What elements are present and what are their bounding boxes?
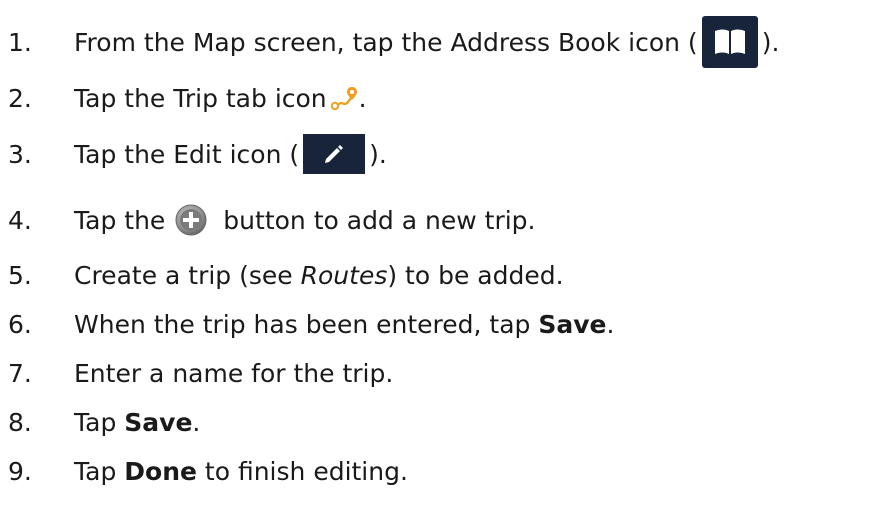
step-text-after: to finish editing. <box>196 456 408 486</box>
step-text: Tap Done to finish editing. <box>74 457 408 486</box>
step-number: 1. <box>8 27 32 57</box>
save-label: Save <box>538 309 607 339</box>
step-number: 4. <box>8 205 32 235</box>
step-number: 3. <box>8 139 32 169</box>
step-text: Enter a name for the trip. <box>74 358 394 388</box>
step-text: Tap the Trip tab icon . <box>74 84 367 113</box>
step-text-before: Tap the Edit icon ( <box>74 139 300 169</box>
step-text: Tap Save. <box>74 408 200 437</box>
step-text: Tap the Edit icon ( ). <box>74 134 387 174</box>
instruction-list: 1. From the Map screen, tap the Address … <box>0 0 882 510</box>
step-text-before: Create a trip (see <box>74 260 301 290</box>
step-text-before: Tap the Trip tab icon <box>74 83 327 113</box>
step-text-before: Tap <box>74 456 125 486</box>
plus-circle-icon <box>175 204 207 236</box>
trip-route-icon <box>330 85 359 111</box>
step-number: 5. <box>8 260 32 290</box>
step-number: 2. <box>8 83 32 113</box>
step-text-before: When the trip has been entered, tap <box>74 309 539 339</box>
step-text-before: From the Map screen, tap the Address Boo… <box>74 27 698 57</box>
step-text-after: . <box>358 83 367 113</box>
pencil-icon <box>303 134 366 174</box>
step-text: When the trip has been entered, tap Save… <box>74 310 614 339</box>
step-text-after: . <box>192 407 201 437</box>
step-text-after: button to add a new trip. <box>223 205 536 235</box>
step-number: 6. <box>8 309 32 339</box>
step-text-before: Tap <box>74 407 125 437</box>
step-number: 9. <box>8 456 32 486</box>
step-text-after: ). <box>761 27 780 57</box>
step-number: 7. <box>8 358 32 388</box>
step-text-after: ) to be added. <box>387 260 564 290</box>
step-text: Create a trip (see Routes) to be added. <box>74 261 564 290</box>
routes-reference: Routes <box>300 260 388 290</box>
save-label: Save <box>124 407 193 437</box>
step-text: Tap the button to add a new trip. <box>74 204 535 236</box>
book-icon <box>701 16 758 68</box>
done-label: Done <box>124 456 197 486</box>
step-text-after: . <box>606 309 615 339</box>
step-text-before: Tap the <box>74 205 166 235</box>
step-number: 8. <box>8 407 32 437</box>
step-text-after: ). <box>369 139 387 169</box>
step-text: From the Map screen, tap the Address Boo… <box>74 16 779 68</box>
